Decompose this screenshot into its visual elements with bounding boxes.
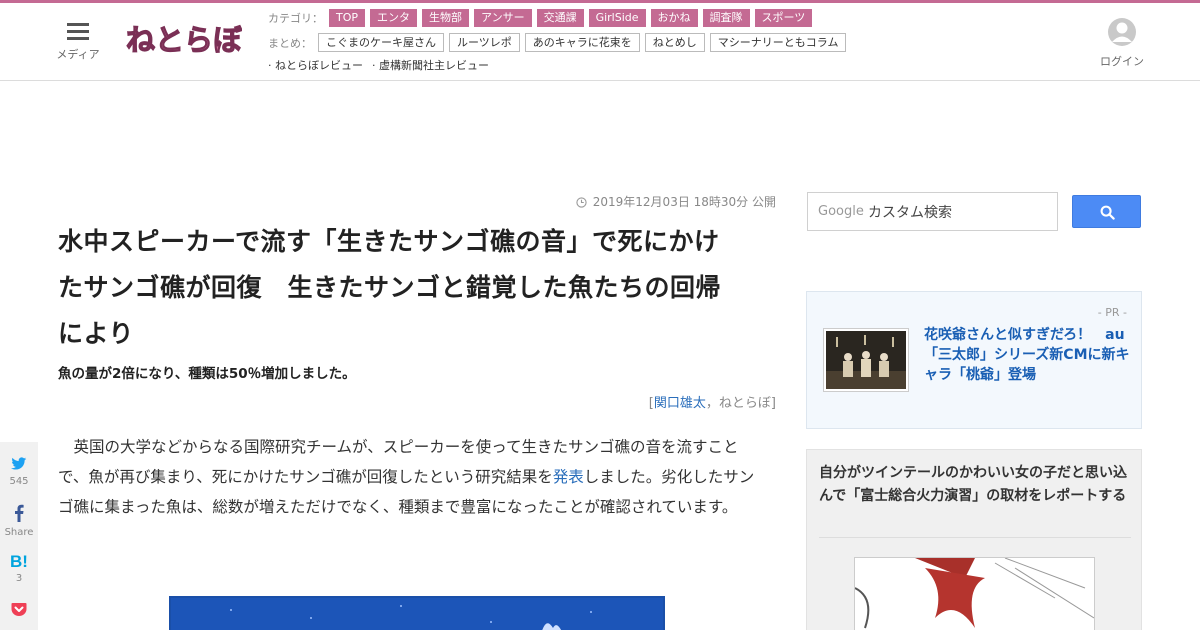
media-menu-button[interactable]: メディア	[54, 23, 102, 67]
featured-article-title[interactable]: 自分がツインテールのかわいい女の子だと思い込んで「富士総合火力演習」の取材をレポ…	[819, 462, 1129, 508]
search-icon	[1100, 205, 1115, 220]
matome-tag[interactable]: マシーナリーともコラム	[709, 33, 847, 52]
featured-article-box: 自分がツインテールのかわいい女の子だと思い込んで「富士総合火力演習」の取材をレポ…	[806, 449, 1142, 630]
article-body-paragraph: 英国の大学などからなる国際研究チームが、スピーカーを使って生きたサンゴ礁の音を流…	[58, 432, 768, 522]
clock-icon	[576, 197, 587, 208]
article-title-line: たサンゴ礁が回復 生きたサンゴと錯覚した魚たちの回帰	[58, 273, 722, 302]
review-links: · ねとらぼレビュー · 虚構新聞社主レビュー	[268, 57, 498, 73]
hamburger-icon	[67, 23, 89, 41]
matome-tag[interactable]: ルーツレポ	[449, 33, 520, 52]
matome-tag[interactable]: あのキャラに花束を	[524, 33, 640, 52]
twitter-share[interactable]: 545	[0, 456, 38, 487]
category-tag[interactable]: 調査隊	[702, 9, 750, 27]
article-main-image	[169, 596, 665, 630]
article-title-line: により	[58, 319, 135, 348]
publish-date: 2019年12月03日 18時30分 公開	[58, 193, 776, 210]
category-nav-label: カテゴリ：	[268, 12, 323, 25]
hatena-icon: B!	[10, 552, 28, 571]
category-tag[interactable]: スポーツ	[754, 9, 813, 27]
hatena-count: 3	[15, 573, 23, 584]
site-logo[interactable]: ねとらぼ	[125, 15, 244, 65]
facebook-icon	[15, 504, 24, 522]
matome-nav: まとめ： こぐまのケーキ屋さん ルーツレポ あのキャラに花束を ねとめし マシー…	[268, 33, 851, 52]
announcement-link[interactable]: 発表	[553, 468, 584, 486]
facebook-label: Share	[4, 527, 34, 538]
article-subtitle: 魚の量が2倍になり、種類は50％増加しました。	[58, 366, 356, 382]
share-bar: 545 Share B! 3	[0, 442, 38, 630]
category-nav: カテゴリ： TOP エンタ 生物部 アンサー 交通課 GirlSide おかね …	[268, 9, 817, 27]
category-tag[interactable]: 生物部	[422, 9, 470, 27]
publish-date-text: 2019年12月03日 18時30分 公開	[592, 195, 776, 209]
author-link[interactable]: 関口雄太	[654, 396, 706, 411]
article-byline: [関口雄太，ねとらぼ]	[58, 392, 776, 411]
review-link[interactable]: · 虚構新聞社主レビュー	[372, 57, 489, 73]
user-avatar-icon	[1108, 18, 1136, 46]
category-tag[interactable]: GirlSide	[588, 9, 646, 27]
pr-thumbnail[interactable]	[823, 328, 909, 392]
login-button[interactable]: ログイン	[1098, 17, 1146, 69]
byline-site: ねとらぼ	[718, 396, 771, 411]
search-button[interactable]	[1072, 195, 1141, 228]
article-title: 水中スピーカーで流す「生きたサンゴ礁の音」で死にかけ たサンゴ礁が回復 生きたサ…	[58, 219, 780, 357]
category-tag[interactable]: 交通課	[536, 9, 584, 27]
featured-article-image[interactable]	[854, 557, 1095, 630]
article-title-line: 水中スピーカーで流す「生きたサンゴ礁の音」で死にかけ	[58, 227, 720, 256]
pr-ad-box: - PR - 花咲爺さんと似すぎだろ！ au「三太郎」シリーズ新CMに新キャラ「…	[806, 291, 1142, 429]
site-header: メディア ねとらぼ カテゴリ： TOP エンタ 生物部 アンサー 交通課 Gir…	[0, 3, 1200, 81]
matome-nav-label: まとめ：	[268, 36, 312, 50]
custom-search-box: Google	[807, 192, 1058, 231]
login-label: ログイン	[1100, 55, 1144, 68]
byline-separator: ，	[705, 396, 719, 411]
search-input[interactable]	[868, 201, 1053, 223]
twitter-icon	[11, 457, 27, 470]
hatena-share[interactable]: B! 3	[0, 552, 38, 584]
category-tag[interactable]: TOP	[329, 9, 366, 27]
twitter-count: 545	[9, 476, 29, 487]
matome-tag[interactable]: こぐまのケーキ屋さん	[318, 33, 444, 52]
pr-label: - PR -	[1097, 306, 1127, 319]
pocket-share[interactable]	[0, 602, 38, 621]
review-link[interactable]: · ねとらぼレビュー	[268, 57, 363, 73]
category-tag[interactable]: おかね	[650, 9, 698, 27]
pr-headline-link[interactable]: 花咲爺さんと似すぎだろ！ au「三太郎」シリーズ新CMに新キャラ「桃爺」登場	[924, 325, 1130, 385]
category-tag[interactable]: エンタ	[370, 9, 418, 27]
pocket-icon	[11, 603, 27, 616]
site-logo-text: ねとらぼ	[126, 23, 242, 57]
byline-close-bracket: ]	[770, 396, 776, 411]
facebook-share[interactable]: Share	[0, 504, 38, 538]
category-tag[interactable]: アンサー	[474, 9, 532, 27]
google-brand-label: Google	[818, 204, 864, 219]
matome-tag[interactable]: ねとめし	[644, 33, 705, 52]
media-menu-label: メディア	[56, 48, 100, 61]
page: メディア ねとらぼ カテゴリ： TOP エンタ 生物部 アンサー 交通課 Gir…	[0, 0, 1200, 630]
divider	[819, 537, 1131, 538]
